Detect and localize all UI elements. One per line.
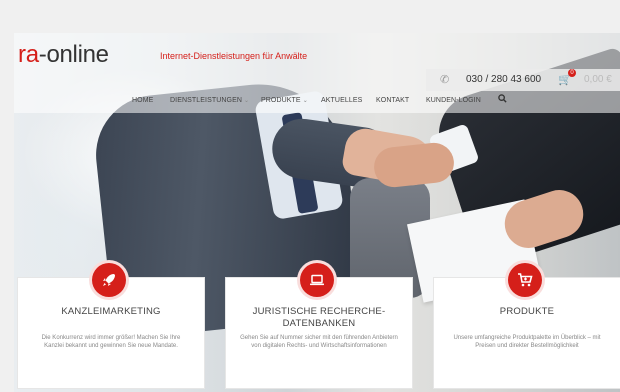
cart-total[interactable]: 0,00 € — [584, 74, 612, 85]
rocket-icon[interactable] — [89, 260, 129, 300]
nav-item-kontakt[interactable]: KONTAKT — [376, 97, 409, 104]
chevron-down-icon: ⌄ — [244, 98, 250, 104]
nav-item-home[interactable]: HOME — [132, 97, 153, 104]
cart-count-badge: 0 — [568, 69, 576, 77]
phone-number[interactable]: 030 / 280 43 600 — [466, 74, 541, 85]
page-frame: ra-online Internet-Dienstleistungen für … — [14, 33, 620, 392]
site-header: ra-online Internet-Dienstleistungen für … — [14, 33, 620, 113]
logo-prefix: ra — [18, 41, 39, 68]
nav-item-dienstleistungen[interactable]: DIENSTLEISTUNGEN ⌄ — [170, 97, 249, 104]
cart-icon[interactable] — [505, 260, 545, 300]
tagline: Internet-Dienstleistungen für Anwälte — [160, 51, 308, 61]
nav-item-kunden-login[interactable]: KUNDEN-LOGIN — [426, 97, 481, 104]
search-icon[interactable] — [498, 94, 507, 106]
card-title: KANZLEIMARKETING — [61, 306, 161, 317]
contact-bar: ✆ 030 / 280 43 600 🛒 0 0,00 € — [426, 69, 620, 91]
nav-item-label: PRODUKTE — [261, 97, 301, 104]
card-title: PRODUKTE — [499, 306, 555, 317]
main-nav: HOME DIENSTLEISTUNGEN ⌄ PRODUKTE ⌄ AKTUELL… — [14, 94, 620, 113]
logo-suffix: -online — [38, 41, 109, 68]
card-text: Unsere umfangreiche Produktpalette im Üb… — [453, 335, 601, 349]
nav-item-produkte[interactable]: PRODUKTE ⌄ — [261, 97, 308, 104]
phone-icon: ✆ — [440, 74, 450, 86]
card-text: Die Konkurrenz wird immer größer! Machen… — [41, 335, 181, 349]
chevron-down-icon: ⌄ — [302, 98, 308, 104]
nav-item-aktuelles[interactable]: AKTUELLES — [321, 97, 362, 104]
laptop-icon[interactable] — [297, 260, 337, 300]
logo[interactable]: ra-online — [18, 41, 109, 69]
card-title: JURISTISCHE RECHERCHE-DATENBANKEN — [252, 306, 386, 329]
nav-item-label: DIENSTLEISTUNGEN — [170, 97, 242, 104]
card-text: Gehen Sie auf Nummer sicher mit den führ… — [240, 335, 398, 349]
